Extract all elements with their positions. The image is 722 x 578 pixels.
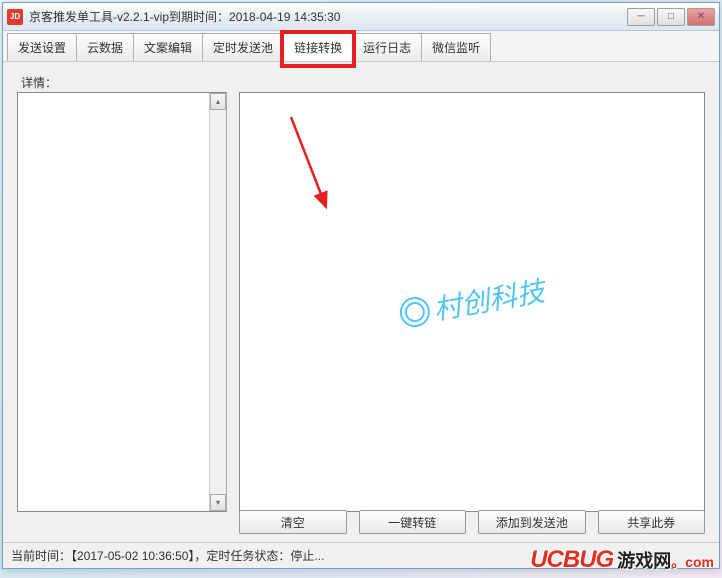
scrollbar[interactable]: ▴ ▾ xyxy=(209,93,226,511)
tab-link-convert-label: 链接转换 xyxy=(294,41,342,55)
close-button[interactable]: ✕ xyxy=(687,8,715,26)
action-buttons: 清空 一键转链 添加到发送池 共享此券 xyxy=(239,510,705,534)
app-window: JD 京客推发单工具-v2.2.1-vip到期时间：2018-04-19 14:… xyxy=(2,2,720,569)
site-watermark: UCBUG 游戏网 。com xyxy=(530,546,714,574)
tab-wechat-monitor[interactable]: 微信监听 xyxy=(421,33,491,61)
clear-button[interactable]: 清空 xyxy=(239,510,347,534)
app-icon: JD xyxy=(7,9,23,25)
site-brand: UCBUG xyxy=(530,546,613,574)
add-pool-button[interactable]: 添加到发送池 xyxy=(478,510,586,534)
detail-list-panel[interactable]: ▴ ▾ xyxy=(17,92,227,512)
status-text: 当前时间：【2017-05-02 10:36:50】，定时任务状态：停止... xyxy=(11,549,324,563)
tab-run-log[interactable]: 运行日志 xyxy=(352,33,422,61)
tab-copy-edit[interactable]: 文案编辑 xyxy=(133,33,203,61)
tab-send-settings[interactable]: 发送设置 xyxy=(7,33,77,61)
tab-cloud-data[interactable]: 云数据 xyxy=(76,33,134,61)
window-title: 京客推发单工具-v2.2.1-vip到期时间：2018-04-19 14:35:… xyxy=(29,8,627,25)
convert-button[interactable]: 一键转链 xyxy=(359,510,467,534)
tab-bar: 发送设置 云数据 文案编辑 定时发送池 链接转换 运行日志 微信监听 xyxy=(3,31,719,62)
titlebar: JD 京客推发单工具-v2.2.1-vip到期时间：2018-04-19 14:… xyxy=(3,3,719,31)
maximize-button[interactable]: □ xyxy=(657,8,685,26)
watermark-spiral-icon xyxy=(397,295,432,330)
main-text-panel[interactable]: 村创科技 xyxy=(239,92,705,512)
site-cn-text: 游戏网 xyxy=(617,547,671,573)
content-area: 详情： ▴ ▾ 村创科技 清空 一键 xyxy=(3,62,719,542)
minimize-button[interactable]: ─ xyxy=(627,8,655,26)
scroll-down-icon[interactable]: ▾ xyxy=(210,494,226,511)
window-controls: ─ □ ✕ xyxy=(627,8,715,26)
tab-link-convert[interactable]: 链接转换 xyxy=(283,33,353,61)
tab-schedule-pool[interactable]: 定时发送池 xyxy=(202,33,284,61)
scroll-up-icon[interactable]: ▴ xyxy=(210,93,226,110)
share-button[interactable]: 共享此券 xyxy=(598,510,706,534)
detail-label: 详情： xyxy=(21,74,57,91)
watermark: 村创科技 xyxy=(397,270,548,335)
site-com-text: 。com xyxy=(671,552,714,572)
watermark-text: 村创科技 xyxy=(430,270,547,329)
